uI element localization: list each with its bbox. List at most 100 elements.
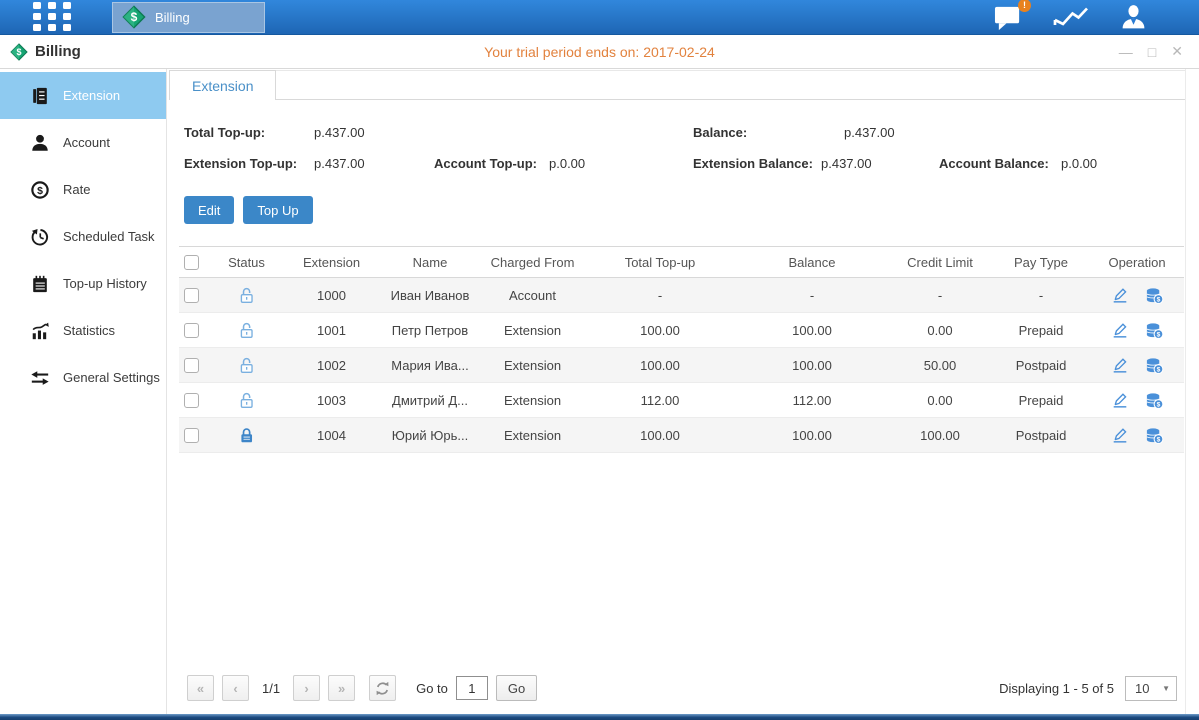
- extension-topup-value: p.437.00: [309, 156, 429, 171]
- top-up-extension-icon[interactable]: [1145, 391, 1164, 410]
- first-page-button[interactable]: «: [187, 675, 214, 701]
- cell-balance: 100.00: [736, 358, 888, 373]
- table-body: 1000Иван ИвановAccount----1001Петр Петро…: [179, 278, 1184, 453]
- edit-extension-icon[interactable]: [1111, 356, 1129, 374]
- app-tab-label: Billing: [155, 10, 190, 25]
- bar-chart-icon: [30, 321, 50, 341]
- column-status: Status: [209, 255, 284, 270]
- lock-status-icon[interactable]: [238, 321, 255, 336]
- balance-value: p.437.00: [839, 125, 895, 140]
- cell-name: Мария Ива...: [379, 358, 481, 373]
- cell-pay-type: Prepaid: [992, 323, 1090, 338]
- pagination-right: Displaying 1 - 5 of 5 10 ▼: [999, 676, 1177, 701]
- table-row[interactable]: 1003Дмитрий Д...Extension112.00112.000.0…: [179, 383, 1184, 418]
- main-panel: Extension Total Top-up: p.437.00 Balance…: [167, 69, 1199, 714]
- notepad-icon: [30, 274, 50, 294]
- sidebar-item-topup-history[interactable]: Top-up History: [0, 260, 166, 307]
- table-row[interactable]: 1001Петр ПетровExtension100.00100.000.00…: [179, 313, 1184, 348]
- total-topup-value: p.437.00: [309, 125, 688, 140]
- column-operation: Operation: [1090, 255, 1184, 270]
- go-button[interactable]: Go: [496, 675, 537, 701]
- table-row[interactable]: 1004Юрий Юрь...Extension100.00100.00100.…: [179, 418, 1184, 453]
- cell-extension: 1002: [284, 358, 379, 373]
- column-total-topup: Total Top-up: [584, 255, 736, 270]
- extension-balance-label: Extension Balance:: [688, 156, 816, 171]
- sidebar-item-extension[interactable]: Extension: [0, 72, 166, 119]
- sidebar-item-general-settings[interactable]: General Settings: [0, 354, 166, 401]
- top-up-extension-icon[interactable]: [1145, 356, 1164, 375]
- edit-extension-icon[interactable]: [1111, 391, 1129, 409]
- row-checkbox[interactable]: [184, 428, 199, 443]
- lock-status-icon[interactable]: [238, 356, 255, 371]
- column-balance: Balance: [736, 255, 888, 270]
- top-up-button[interactable]: Top Up: [243, 196, 312, 224]
- desktop-edge: [0, 714, 1199, 720]
- sidebar-item-rate[interactable]: Rate: [0, 166, 166, 213]
- row-checkbox[interactable]: [184, 358, 199, 373]
- top-app-bar: Billing !: [0, 0, 1199, 35]
- chevron-down-icon: ▼: [1162, 684, 1170, 693]
- billing-logo-icon: [10, 43, 28, 61]
- cell-pay-type: Postpaid: [992, 428, 1090, 443]
- minimize-button[interactable]: —: [1119, 44, 1133, 60]
- refresh-button[interactable]: [369, 675, 396, 701]
- window-title: Billing: [35, 43, 81, 60]
- cell-charged-from: Extension: [481, 358, 584, 373]
- top-up-extension-icon[interactable]: [1145, 426, 1164, 445]
- app-tab-billing[interactable]: Billing: [112, 2, 265, 33]
- cell-total-topup: 100.00: [584, 323, 736, 338]
- row-checkbox[interactable]: [184, 323, 199, 338]
- user-account-icon[interactable]: [1118, 3, 1149, 32]
- page-indicator: 1/1: [262, 681, 280, 696]
- lock-status-icon[interactable]: [238, 426, 255, 441]
- goto-label: Go to: [416, 681, 448, 696]
- prev-page-button[interactable]: ‹: [222, 675, 249, 701]
- edit-extension-icon[interactable]: [1111, 321, 1129, 339]
- row-checkbox[interactable]: [184, 393, 199, 408]
- cell-pay-type: Prepaid: [992, 393, 1090, 408]
- extension-topup-label: Extension Top-up:: [179, 156, 309, 171]
- column-charged-from: Charged From: [481, 255, 584, 270]
- app-launcher-icon[interactable]: [33, 2, 72, 32]
- account-topup-label: Account Top-up:: [429, 156, 544, 171]
- cell-charged-from: Extension: [481, 323, 584, 338]
- refresh-icon: [374, 680, 391, 697]
- select-all-checkbox[interactable]: [184, 255, 199, 270]
- maximize-button[interactable]: □: [1148, 44, 1156, 60]
- cell-credit-limit: 50.00: [888, 358, 992, 373]
- displaying-label: Displaying 1 - 5 of 5: [999, 681, 1114, 696]
- sidebar-item-statistics[interactable]: Statistics: [0, 307, 166, 354]
- close-button[interactable]: ✕: [1171, 43, 1183, 60]
- sidebar-item-scheduled-task[interactable]: Scheduled Task: [0, 213, 166, 260]
- window-titlebar: Billing Your trial period ends on: 2017-…: [0, 35, 1199, 69]
- top-up-extension-icon[interactable]: [1145, 321, 1164, 340]
- edit-button[interactable]: Edit: [184, 196, 234, 224]
- summary-row-2: Extension Top-up: p.437.00 Account Top-u…: [179, 148, 1199, 179]
- table-row[interactable]: 1000Иван ИвановAccount----: [179, 278, 1184, 313]
- tab-extension[interactable]: Extension: [169, 70, 276, 100]
- lock-status-icon[interactable]: [238, 391, 255, 406]
- page-size-value: 10: [1135, 681, 1149, 696]
- summary-row-1: Total Top-up: p.437.00 Balance: p.437.00: [179, 117, 1199, 148]
- next-page-button[interactable]: ›: [293, 675, 320, 701]
- cell-pay-type: -: [992, 288, 1090, 303]
- monitor-chart-icon[interactable]: [1053, 4, 1089, 30]
- cell-credit-limit: 0.00: [888, 393, 992, 408]
- account-icon: [30, 133, 50, 153]
- goto-page-input[interactable]: [456, 676, 488, 700]
- cell-balance: 100.00: [736, 323, 888, 338]
- table-row[interactable]: 1002Мария Ива...Extension100.00100.0050.…: [179, 348, 1184, 383]
- sidebar-item-account[interactable]: Account: [0, 119, 166, 166]
- column-extension: Extension: [284, 255, 379, 270]
- last-page-button[interactable]: »: [328, 675, 355, 701]
- cell-extension: 1000: [284, 288, 379, 303]
- lock-status-icon[interactable]: [238, 286, 255, 301]
- edit-extension-icon[interactable]: [1111, 426, 1129, 444]
- top-up-extension-icon[interactable]: [1145, 286, 1164, 305]
- edit-extension-icon[interactable]: [1111, 286, 1129, 304]
- page-size-select[interactable]: 10 ▼: [1125, 676, 1177, 701]
- notifications-icon[interactable]: !: [993, 3, 1024, 32]
- row-checkbox[interactable]: [184, 288, 199, 303]
- window-title-group: Billing: [10, 43, 81, 61]
- cell-name: Дмитрий Д...: [379, 393, 481, 408]
